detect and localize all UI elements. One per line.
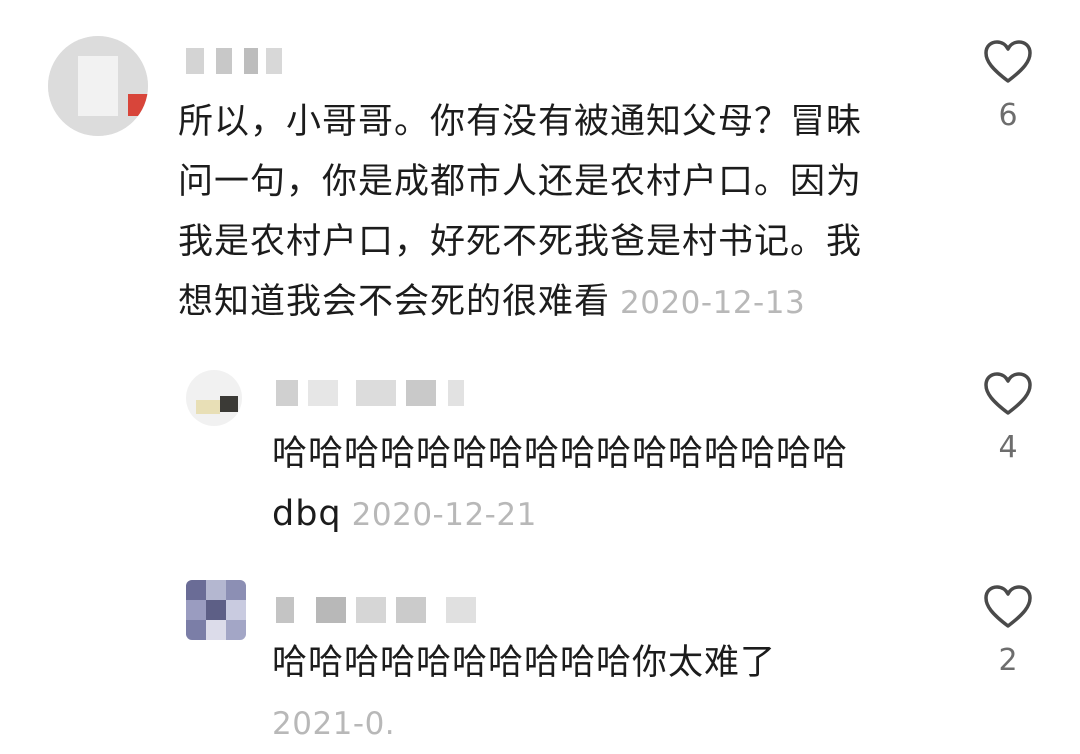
comment-item: 所以，小哥哥。你有没有被通知父母？冒昧 问一句，你是成都市人还是农村户口。因为 …	[0, 0, 1080, 340]
reply-item: 哈哈哈哈哈哈哈哈哈哈哈哈哈哈哈哈 dbq 2020-12-21 4	[0, 360, 1080, 560]
comment-date: 2020-12-13	[620, 285, 806, 321]
like-count: 6	[998, 98, 1018, 133]
like-button[interactable]: 2	[978, 585, 1038, 678]
like-button[interactable]: 6	[978, 40, 1038, 133]
like-count: 2	[998, 643, 1018, 678]
like-count: 4	[998, 430, 1018, 465]
reply-text: 哈哈哈哈哈哈哈哈哈哈哈哈哈哈哈哈 dbq 2020-12-21	[272, 434, 849, 534]
username-blurred[interactable]	[186, 48, 306, 74]
heart-outline-icon	[984, 372, 1032, 415]
reply-date: 2021-0.	[272, 706, 396, 742]
reply-text: 哈哈哈哈哈哈哈哈哈哈你太难了 2021-0.	[272, 643, 777, 742]
avatar[interactable]	[186, 370, 242, 426]
username-blurred[interactable]	[276, 380, 476, 406]
reply-date: 2020-12-21	[351, 497, 537, 533]
avatar[interactable]	[48, 36, 148, 136]
username-blurred[interactable]	[276, 597, 506, 623]
reply-item: 哈哈哈哈哈哈哈哈哈哈你太难了 2021-0. 2	[0, 575, 1080, 744]
like-button[interactable]: 4	[978, 372, 1038, 465]
comment-text: 所以，小哥哥。你有没有被通知父母？冒昧 问一句，你是成都市人还是农村户口。因为 …	[178, 102, 863, 322]
avatar[interactable]	[186, 580, 246, 640]
heart-outline-icon	[984, 40, 1032, 83]
heart-outline-icon	[984, 585, 1032, 628]
